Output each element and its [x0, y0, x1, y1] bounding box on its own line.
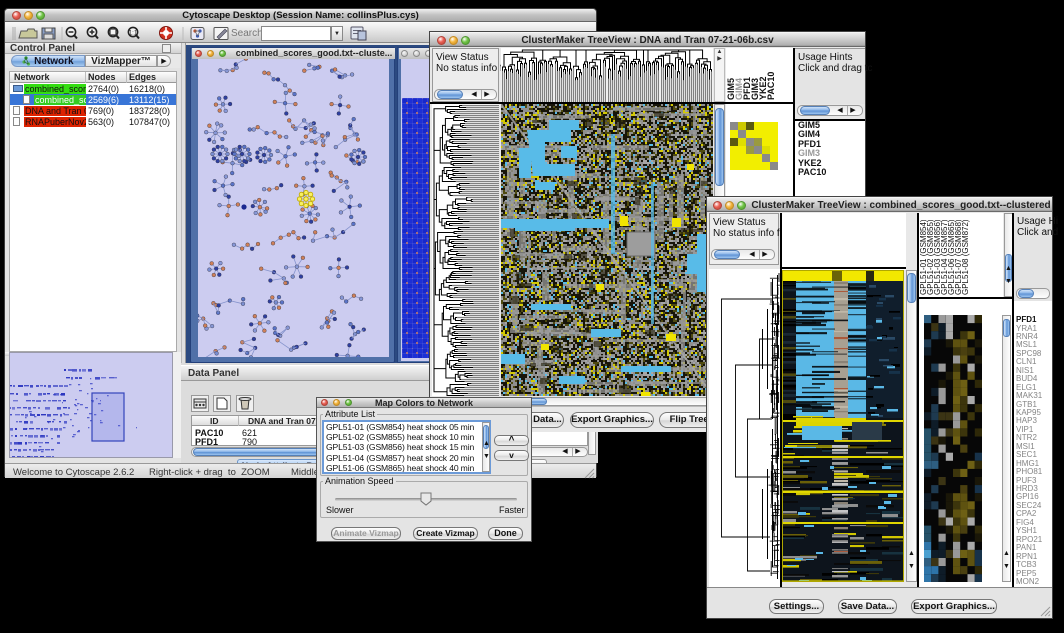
svg-text:1:1: 1:1 — [129, 31, 138, 37]
svg-text:GPL51-08 (GSM872): GPL51-08 (GSM872) — [961, 219, 970, 295]
svg-text:PAC10: PAC10 — [766, 72, 776, 100]
